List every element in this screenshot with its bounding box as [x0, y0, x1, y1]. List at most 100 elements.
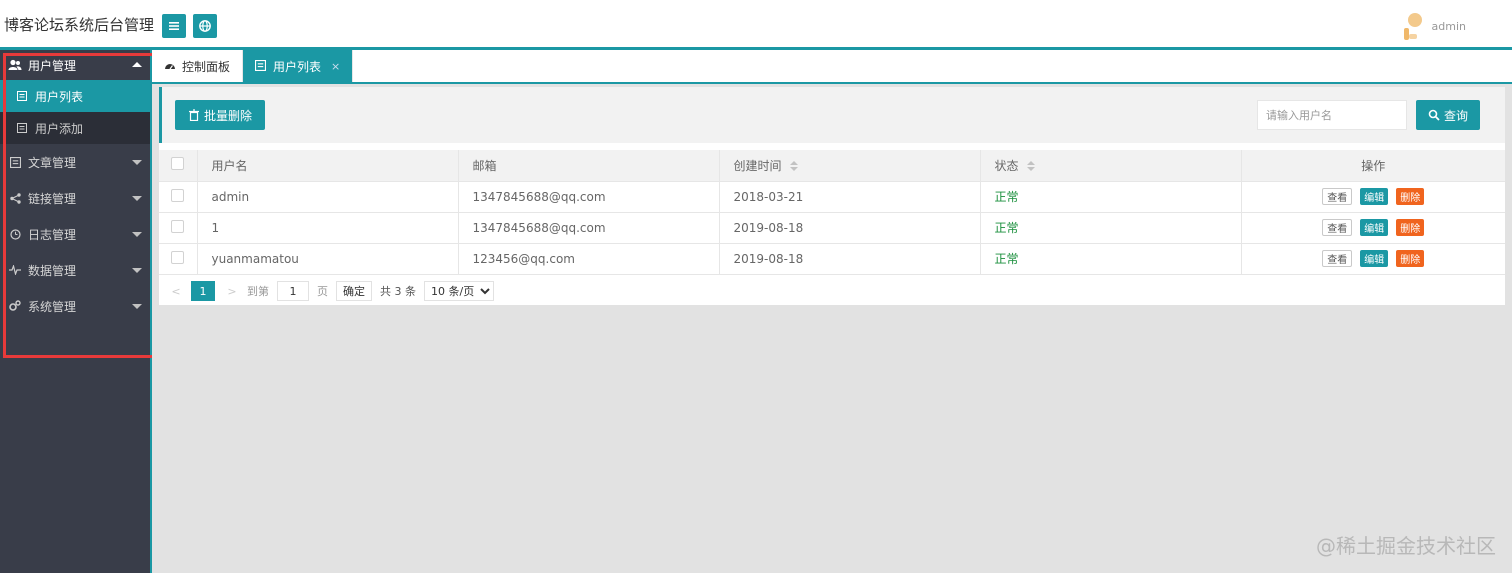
goto-page-input[interactable]: [277, 281, 309, 301]
column-header-actions: 操作: [1241, 150, 1505, 182]
history-icon: [8, 227, 22, 241]
caret-down-icon: [132, 304, 142, 309]
current-page-button[interactable]: 1: [191, 281, 215, 301]
close-icon[interactable]: ×: [331, 60, 340, 73]
top-header: 博客论坛系统后台管理 admin: [0, 0, 1512, 48]
gears-icon: [8, 299, 22, 313]
row-checkbox[interactable]: [171, 219, 184, 233]
menu-icon: [169, 22, 179, 30]
column-header-username: 用户名: [197, 150, 459, 182]
caret-down-icon: [132, 160, 142, 165]
cell-email: 123456@qq.com: [458, 243, 720, 275]
username: admin: [1431, 19, 1466, 33]
dashboard-icon: [164, 60, 176, 72]
caret-down-icon: [132, 232, 142, 237]
batch-delete-button[interactable]: 批量删除: [175, 100, 265, 130]
sort-icon[interactable]: [789, 161, 798, 172]
cell-username: admin: [197, 181, 459, 213]
tab-label: 控制面板: [182, 59, 231, 74]
menu-toggle-button[interactable]: [162, 14, 186, 38]
sidebar-item-user-list[interactable]: 用户列表: [0, 80, 150, 112]
row-checkbox-cell[interactable]: [159, 243, 198, 275]
avatar: [1400, 10, 1428, 42]
user-menu[interactable]: admin: [1400, 10, 1466, 42]
table-header-row: 用户名 邮箱 创建时间 状态 操作: [159, 150, 1505, 182]
tab-dashboard[interactable]: 控制面板: [152, 50, 244, 82]
sidebar-group-system-management[interactable]: 系统管理: [0, 288, 150, 324]
edit-button[interactable]: 编辑: [1360, 188, 1389, 205]
cell-username: yuanmamatou: [197, 243, 459, 275]
column-label: 创建时间: [733, 158, 782, 173]
column-label: 状态: [994, 158, 1019, 173]
sidebar-item-user-add[interactable]: 用户添加: [0, 112, 150, 144]
column-header-email: 邮箱: [458, 150, 720, 182]
share-icon: [8, 191, 22, 205]
row-checkbox-cell[interactable]: [159, 212, 198, 244]
document-icon: [16, 90, 28, 102]
cell-created: 2019-08-18: [719, 243, 981, 275]
cell-created: 2019-08-18: [719, 212, 981, 244]
users-icon: [8, 58, 22, 72]
search-input[interactable]: [1257, 100, 1407, 130]
search-label: 查询: [1443, 108, 1468, 123]
row-checkbox-cell[interactable]: [159, 181, 198, 213]
edit-button[interactable]: 编辑: [1360, 219, 1389, 236]
select-all-checkbox[interactable]: [171, 157, 184, 171]
page-unit-label: 页: [317, 285, 328, 298]
sidebar-group-user-management[interactable]: 用户管理: [0, 50, 150, 80]
sidebar-group-article-management[interactable]: 文章管理: [0, 144, 150, 180]
tab-user-list[interactable]: 用户列表 ×: [243, 50, 354, 82]
sidebar-group-label: 文章管理: [28, 155, 77, 170]
delete-button[interactable]: 删除: [1396, 219, 1425, 236]
select-all-cell[interactable]: [159, 150, 198, 182]
prev-page-button[interactable]: <: [169, 285, 183, 298]
next-page-button[interactable]: >: [225, 285, 239, 298]
view-button[interactable]: 查看: [1322, 219, 1353, 236]
delete-button[interactable]: 删除: [1396, 250, 1425, 267]
sidebar-group-log-management[interactable]: 日志管理: [0, 216, 150, 252]
app-title: 博客论坛系统后台管理: [4, 16, 155, 34]
goto-label: 到第: [247, 285, 269, 298]
sidebar-group-label: 用户管理: [28, 58, 77, 73]
sort-icon[interactable]: [1026, 161, 1035, 172]
row-checkbox[interactable]: [171, 188, 184, 202]
batch-delete-label: 批量删除: [203, 108, 252, 123]
cell-actions: 查看 编辑 删除: [1241, 243, 1505, 275]
view-button[interactable]: 查看: [1322, 250, 1353, 267]
globe-icon: [199, 20, 211, 32]
table-row: 1 1347845688@qq.com 2019-08-18 正常 查看 编辑 删除: [159, 212, 1505, 244]
pulse-icon: [8, 263, 22, 277]
total-count: 共 3 条: [380, 285, 416, 298]
toolbar: 批量删除 查询: [159, 87, 1505, 143]
edit-button[interactable]: 编辑: [1360, 250, 1389, 267]
trash-icon: [188, 109, 199, 121]
sidebar-group-label: 链接管理: [28, 191, 77, 206]
tab-bar: 控制面板 用户列表 ×: [152, 50, 1512, 84]
view-button[interactable]: 查看: [1322, 188, 1353, 205]
cell-email: 1347845688@qq.com: [458, 212, 720, 244]
column-header-created[interactable]: 创建时间: [719, 150, 981, 182]
sidebar-group-label: 日志管理: [28, 227, 77, 242]
cell-created: 2018-03-21: [719, 181, 981, 213]
search-button[interactable]: 查询: [1416, 100, 1480, 130]
cell-status: 正常: [980, 212, 1242, 244]
main-content: 批量删除 查询 用户名 邮箱 创建时间 状态 操作: [152, 84, 1512, 573]
goto-confirm-button[interactable]: 确定: [336, 281, 372, 301]
cell-email: 1347845688@qq.com: [458, 181, 720, 213]
sidebar-group-label: 数据管理: [28, 263, 77, 278]
caret-up-icon: [132, 62, 142, 67]
sidebar: 用户管理 用户列表 用户添加 文章管理 链接管理 日志管理 数据管理 系统管理: [0, 50, 150, 573]
caret-down-icon: [132, 196, 142, 201]
globe-button[interactable]: [193, 14, 217, 38]
document-icon: [255, 60, 267, 72]
column-header-status[interactable]: 状态: [980, 150, 1242, 182]
user-list-panel: 批量删除 查询 用户名 邮箱 创建时间 状态 操作: [159, 87, 1505, 305]
delete-button[interactable]: 删除: [1396, 188, 1425, 205]
cell-status: 正常: [980, 181, 1242, 213]
row-checkbox[interactable]: [171, 250, 184, 264]
sidebar-group-label: 系统管理: [28, 299, 77, 314]
page-size-select[interactable]: 10 条/页: [424, 281, 494, 301]
sidebar-group-link-management[interactable]: 链接管理: [0, 180, 150, 216]
cell-username: 1: [197, 212, 459, 244]
sidebar-group-data-management[interactable]: 数据管理: [0, 252, 150, 288]
